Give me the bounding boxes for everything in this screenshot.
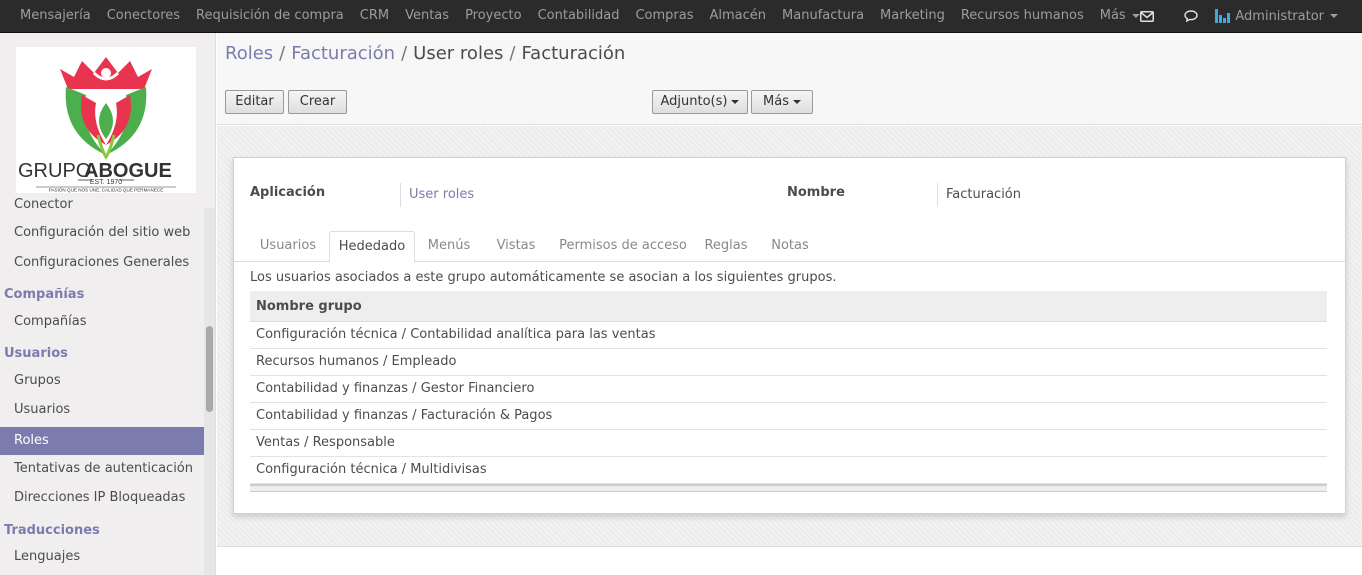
breadcrumb-roles[interactable]: Roles (225, 43, 273, 64)
sidebar-item-companias[interactable]: Compañías (0, 308, 204, 336)
field-divider (400, 183, 401, 207)
app-field-value[interactable]: User roles (409, 187, 474, 202)
table-row[interactable]: Ventas / Responsable (250, 430, 1327, 457)
menu-more-label: Más (1099, 8, 1126, 23)
app-menu: Mensajería Conectores Requisición de com… (12, 0, 1148, 32)
sidebar-scrollbar-thumb[interactable] (206, 326, 213, 412)
table-row[interactable]: Configuración técnica / Multidivisas (250, 457, 1327, 484)
breadcrumb-facturacion[interactable]: Facturación (291, 43, 395, 64)
menu-item-almacen[interactable]: Almacén (702, 0, 775, 32)
menu-item-recursos-humanos[interactable]: Recursos humanos (953, 0, 1092, 32)
menu-item-ventas[interactable]: Ventas (397, 0, 457, 32)
notebook-tabs: Usuarios Hededado Menús Vistas Permisos … (234, 231, 1345, 263)
menu-item-crm[interactable]: CRM (352, 0, 397, 32)
attachments-label: Adjunto(s) (660, 94, 728, 109)
control-panel: Roles / Facturación / User roles / Facturación… (217, 33, 1362, 125)
chat-icon (1184, 10, 1199, 22)
menu-item-conectores[interactable]: Conectores (99, 0, 188, 32)
navbar-right: Administrator (1125, 0, 1362, 32)
field-divider (937, 183, 938, 207)
sidebar-item-roles[interactable]: Roles (0, 427, 204, 455)
menu-item-marketing[interactable]: Marketing (872, 0, 953, 32)
caret-down-icon (1330, 14, 1338, 18)
sidebar-item-ip-bloqueadas[interactable]: Direcciones IP Bloqueadas (0, 484, 204, 512)
menu-item-contabilidad[interactable]: Contabilidad (530, 0, 628, 32)
name-field-label: Nombre (787, 185, 845, 200)
logo-image: GRUPO ABOGUE EST. 1970 PASIÓN QUE NOS UN… (18, 57, 176, 193)
breadcrumb-current: Facturación (521, 43, 626, 64)
sidebar-section-usuarios: Usuarios (4, 346, 68, 361)
tab-permisos-acceso[interactable]: Permisos de acceso (552, 231, 694, 262)
app-field-label: Aplicación (250, 185, 326, 200)
tab-notas[interactable]: Notas (760, 231, 820, 262)
tab-hededado[interactable]: Hededado (329, 231, 415, 263)
content-bottom-area (217, 546, 1362, 575)
menu-item-manufactura[interactable]: Manufactura (774, 0, 872, 32)
tab-reglas[interactable]: Reglas (696, 231, 756, 262)
menu-item-mensajeria[interactable]: Mensajería (12, 0, 99, 32)
inherited-description: Los usuarios asociados a este grupo auto… (250, 270, 837, 285)
more-actions-label: Más (763, 94, 789, 109)
breadcrumb-user-roles: User roles (413, 43, 504, 64)
table-row[interactable]: Recursos humanos / Empleado (250, 349, 1327, 376)
table-row[interactable]: Contabilidad y finanzas / Facturación & … (250, 403, 1327, 430)
sidebar-item-partial[interactable]: Conector (0, 191, 204, 219)
inherited-groups-table: Nombre grupo Configuración técnica / Con… (250, 291, 1327, 492)
table-row[interactable]: Contabilidad y finanzas / Gestor Financi… (250, 376, 1327, 403)
caret-down-icon (792, 99, 801, 104)
user-avatar-icon (1215, 9, 1231, 23)
table-row[interactable]: Configuración técnica / Contabilidad ana… (250, 322, 1327, 349)
menu-item-proyecto[interactable]: Proyecto (457, 0, 530, 32)
column-header-nombre-grupo[interactable]: Nombre grupo (250, 291, 1327, 322)
sidebar-section-traducciones: Traducciones (4, 523, 100, 538)
edit-button[interactable]: Editar (225, 90, 284, 114)
logo-tagline: PASIÓN QUE NOS UNE, CALIDAD QUE PERMANEC… (49, 187, 164, 193)
tab-menus[interactable]: Menús (418, 231, 480, 262)
chat-button[interactable] (1169, 0, 1213, 32)
breadcrumb: Roles / Facturación / User roles / Facturación (225, 43, 625, 64)
user-name: Administrator (1235, 8, 1324, 24)
form-sheet: Aplicación User roles Nombre Facturación… (233, 157, 1346, 514)
envelope-icon (1140, 10, 1155, 22)
logo-est: EST. 1970 (90, 179, 122, 186)
tab-vistas[interactable]: Vistas (484, 231, 548, 262)
breadcrumb-separator: / (279, 43, 286, 64)
sidebar-item-lenguajes[interactable]: Lenguajes (0, 543, 204, 571)
sidebar-item-usuarios[interactable]: Usuarios (0, 396, 204, 424)
form-view: Aplicación User roles Nombre Facturación… (217, 126, 1362, 546)
sidebar-item-config-sitio-web[interactable]: Configuración del sitio web (0, 219, 204, 247)
attachments-dropdown[interactable]: Adjunto(s) (652, 90, 748, 114)
table-footer (250, 484, 1327, 492)
company-logo: GRUPO ABOGUE EST. 1970 PASIÓN QUE NOS UN… (16, 47, 196, 193)
breadcrumb-separator: / (401, 43, 408, 64)
sidebar-item-config-generales[interactable]: Configuraciones Generales (0, 249, 204, 277)
top-navbar: Mensajería Conectores Requisición de com… (0, 0, 1362, 33)
logo-brand-left: GRUPO (18, 160, 91, 182)
sidebar-item-grupos[interactable]: Grupos (0, 367, 204, 395)
more-actions-dropdown[interactable]: Más (751, 90, 813, 114)
menu-item-compras[interactable]: Compras (627, 0, 701, 32)
sidebar-item-tentativas[interactable]: Tentativas de autenticación (0, 455, 204, 483)
menu-item-requisicion[interactable]: Requisición de compra (188, 0, 352, 32)
messages-button[interactable] (1125, 0, 1169, 32)
name-field-value: Facturación (946, 187, 1021, 202)
create-button[interactable]: Crear (288, 90, 347, 114)
sidebar: Conector GRUPO ABOGUE EST. 1970 PASIÓN Q… (0, 33, 216, 575)
breadcrumb-separator: / (509, 43, 516, 64)
tab-usuarios[interactable]: Usuarios (250, 231, 326, 262)
sidebar-section-companias: Compañías (4, 287, 85, 302)
user-menu[interactable]: Administrator (1213, 0, 1362, 32)
caret-down-icon (731, 99, 740, 104)
